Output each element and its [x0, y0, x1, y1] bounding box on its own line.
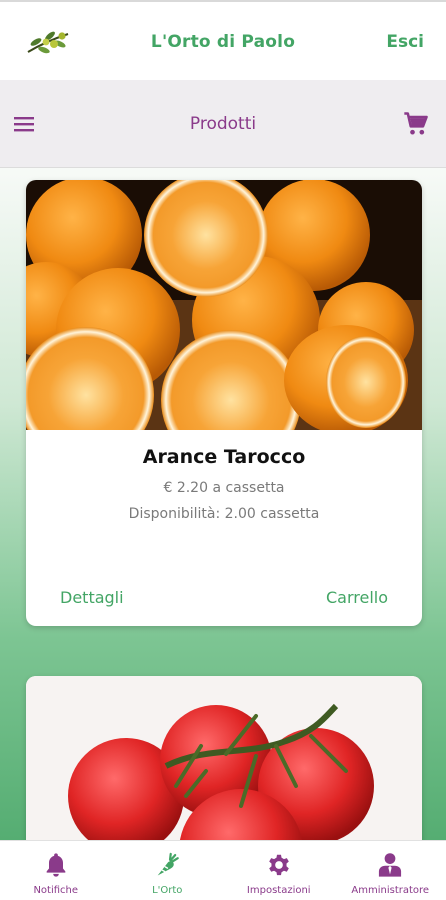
logout-button[interactable]: Esci — [386, 32, 424, 52]
nav-label-impostazioni: Impostazioni — [246, 885, 311, 896]
shopping-cart-icon[interactable] — [402, 110, 430, 138]
nav-label-amministratore: Amministratore — [351, 885, 430, 896]
bottom-navigation: Notifiche L'Orto Impostazioni Amministra… — [0, 840, 446, 900]
bell-icon — [46, 853, 66, 877]
product-availability: Disponibilità: 2.00 cassetta — [128, 506, 320, 522]
nav-item-orto[interactable]: L'Orto — [112, 841, 224, 900]
nav-item-amministratore[interactable]: Amministratore — [335, 841, 446, 900]
product-price: € 2.20 a cassetta — [163, 480, 285, 496]
details-button[interactable]: Dettagli — [60, 588, 124, 607]
tomatoes-photo — [26, 676, 422, 840]
admin-icon — [379, 853, 402, 877]
carrot-icon — [157, 852, 180, 876]
product-card — [26, 676, 422, 840]
oranges-photo — [26, 180, 422, 430]
section-title: Prodotti — [189, 114, 257, 134]
add-to-cart-button[interactable]: Carrello — [326, 588, 388, 607]
nav-label-notifiche: Notifiche — [33, 885, 79, 896]
product-card: Arance Tarocco € 2.20 a cassetta Disponi… — [26, 180, 422, 626]
nav-item-notifiche[interactable]: Notifiche — [0, 841, 112, 900]
app-bar: L'Orto di Paolo Esci — [0, 0, 446, 80]
product-name: Arance Tarocco — [142, 446, 306, 468]
nav-label-orto: L'Orto — [152, 885, 183, 896]
gear-icon — [268, 854, 289, 876]
app-title: L'Orto di Paolo — [150, 32, 296, 52]
product-list[interactable]: Arance Tarocco € 2.20 a cassetta Disponi… — [0, 168, 446, 840]
section-toolbar: Prodotti — [0, 80, 446, 168]
nav-item-impostazioni[interactable]: Impostazioni — [223, 841, 335, 900]
